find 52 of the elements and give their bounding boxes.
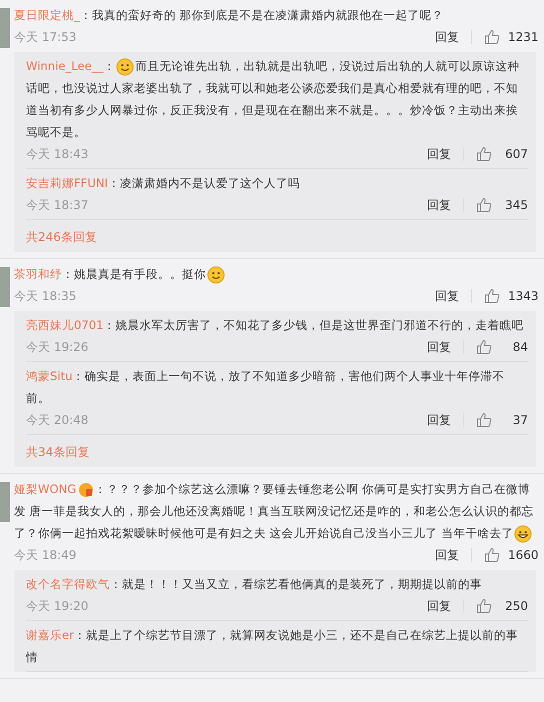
- timestamp: 今天 18:43: [26, 146, 90, 163]
- reply-link[interactable]: 回复: [435, 548, 472, 562]
- like-count: 1343: [508, 288, 539, 305]
- thumbs-up-icon[interactable]: [484, 29, 500, 45]
- like-count: 37: [512, 412, 528, 429]
- more-replies-link[interactable]: 共246条回复: [26, 230, 97, 244]
- more-replies-link[interactable]: 共34条回复: [26, 445, 90, 459]
- commenter-name[interactable]: 安吉莉娜FFUNI: [26, 176, 108, 190]
- like-count: 607: [505, 146, 528, 163]
- commenter-name[interactable]: 鸿蒙Situ: [26, 369, 72, 383]
- thumbs-up-icon[interactable]: [476, 146, 492, 162]
- reply-link[interactable]: 回复: [435, 289, 472, 303]
- thumbs-up-icon[interactable]: [476, 339, 492, 355]
- comment-text: 茶羽和纾：姚晨真是有手段。。挺你: [14, 263, 536, 285]
- commenter-name[interactable]: 夏日限定桃_: [14, 8, 80, 22]
- thumbs-up-icon[interactable]: [476, 598, 492, 614]
- timestamp: 今天 18:49: [14, 547, 78, 564]
- timestamp: 今天 18:37: [26, 197, 90, 214]
- thumbs-up-icon[interactable]: [476, 197, 492, 213]
- timestamp: 今天 20:48: [26, 412, 90, 429]
- comment-text: 改个名字得欧气：就是！！！又当又立，看综艺看他俩真的是装死了，期期提以前的事: [26, 576, 483, 593]
- comment-text: 鸿蒙Situ：确实是，表面上一句不说，放了不知道多少暗箭，害他们两个人事业十年停滞不前。: [26, 368, 506, 407]
- comment-text: 安吉莉娜FFUNI：凌潇肃婚内不是认爱了这个人了吗: [26, 175, 301, 192]
- like-count: 1231: [508, 29, 539, 46]
- like-count: 250: [505, 598, 528, 615]
- timestamp: 今天 19:20: [26, 598, 90, 615]
- commenter-name[interactable]: 谢嘉乐er: [26, 628, 74, 642]
- commenter-name[interactable]: Winnie_Lee__: [26, 59, 104, 73]
- timestamp: 今天 18:35: [14, 288, 78, 305]
- comment-text: 谢嘉乐er：就是上了个综艺节目漂了，就算网友说她是小三，还不是自己在综艺上提以前的事情: [26, 627, 519, 666]
- thumbs-up-icon[interactable]: [484, 547, 500, 563]
- like-count: 84: [512, 339, 528, 356]
- reply-link[interactable]: 回复: [427, 599, 464, 613]
- like-count: 1660: [508, 547, 539, 564]
- reply-link[interactable]: 回复: [427, 198, 464, 212]
- timestamp: 今天 19:26: [26, 339, 90, 356]
- comment-text: 夏日限定桃_：我真的蛮好奇的 那你到底是不是在凌潇肃婚内就跟他在一起了呢？: [14, 7, 444, 24]
- reply-link[interactable]: 回复: [427, 413, 464, 427]
- reply-link[interactable]: 回复: [427, 340, 464, 354]
- comment-text: 娅梨WONG ：？？？参加个综艺这么漂嘛？要锤去锤您老公啊 你俩可是实打实男方自己在微博发 唐一菲是我女人的，那会儿他还没离婚呢！真当互联网没记忆还是咋的，和老公怎么认识的都忘了？你俩一起拍戏花絮暧昧时候他可是有妇之夫 这会儿开始说自己没当小三儿了 当年干啥去了: [14, 478, 536, 544]
- thumbs-up-icon[interactable]: [476, 412, 492, 428]
- reply-link[interactable]: 回复: [435, 30, 472, 44]
- commenter-name[interactable]: 改个名字得欧气: [26, 577, 110, 591]
- thumbs-up-icon[interactable]: [484, 288, 500, 304]
- timestamp: 今天 17:53: [14, 29, 78, 46]
- like-count: 345: [505, 197, 528, 214]
- comment-text: 亮西妹儿0701：姚晨水军太厉害了，不知花了多少钱，但是这世界歪门邪道不行的，走着瞧吧: [26, 317, 525, 334]
- commenter-name[interactable]: 亮西妹儿0701: [26, 318, 104, 332]
- commenter-name[interactable]: 茶羽和纾: [14, 267, 62, 281]
- commenter-name[interactable]: 娅梨WONG: [14, 482, 76, 496]
- comment-text: Winnie_Lee__： 而且无论谁先出轨，出轨就是出轨吧，没说过后出轨的人就可以原谅这种话吧，也没说过人家老婆出轨了，我就可以和她老公谈恋爱我们是真心相爱就有理的吧，不知道当初有多少人网暴过你，反正我没有，但是现在在翻出来不就是。。。炒冷饭？主动出来挨骂呢不是。: [26, 56, 520, 141]
- reply-link[interactable]: 回复: [427, 147, 464, 161]
